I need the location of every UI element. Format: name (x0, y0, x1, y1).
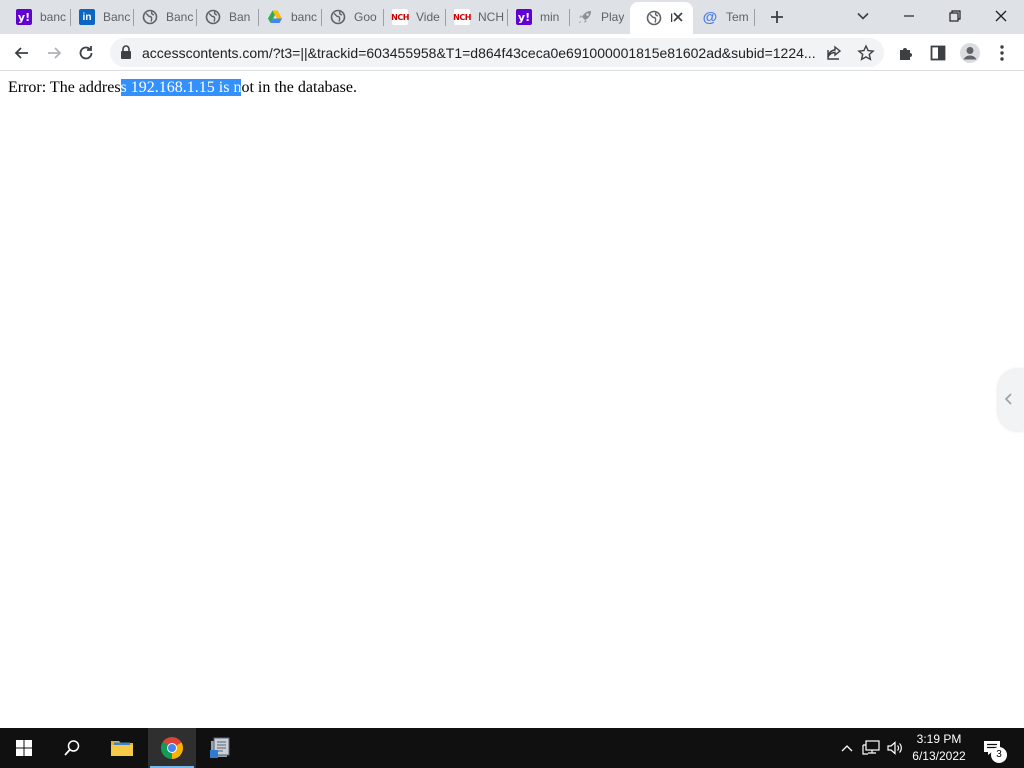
clock-time: 3:19 PM (916, 732, 962, 746)
network-button[interactable] (861, 728, 881, 768)
restore-button[interactable] (942, 5, 968, 27)
chevron-left-icon (1004, 393, 1012, 405)
volume-button[interactable] (885, 728, 905, 768)
chevron-up-icon (841, 745, 853, 752)
error-text-after: ot in the database. (241, 79, 357, 96)
tab-2[interactable]: in Banc (63, 3, 133, 31)
speaker-icon (887, 741, 902, 755)
tab-9[interactable]: y! min (500, 3, 570, 31)
reload-icon (79, 46, 93, 60)
chevron-down-icon (857, 12, 869, 20)
globe-icon (142, 9, 158, 25)
search-button[interactable] (48, 728, 96, 768)
folder-icon (111, 741, 133, 756)
menu-button[interactable] (989, 40, 1015, 66)
system-clock[interactable]: 3:19 PM 6/13/2022 (904, 731, 974, 765)
app-taskbar-button[interactable] (196, 728, 244, 768)
browser-toolbar: accesscontents.com/?t3=||&trackid=603455… (0, 34, 1024, 71)
clock-date: 6/13/2022 (912, 749, 966, 763)
side-panel-icon (930, 45, 946, 61)
avatar-icon (960, 43, 980, 63)
new-tab-button[interactable] (766, 7, 788, 27)
tab-7[interactable]: NCH Vide (376, 3, 446, 31)
tab-title: Ban (229, 10, 251, 24)
close-icon (995, 10, 1007, 22)
minimize-icon (904, 15, 914, 17)
address-bar[interactable]: accesscontents.com/?t3=||&trackid=603455… (110, 38, 884, 67)
chrome-icon (161, 737, 183, 759)
selected-text[interactable]: s 192.168.1.15 is n (120, 79, 242, 96)
tab-11-active[interactable]: I (630, 2, 693, 34)
lock-icon[interactable] (120, 45, 132, 64)
tab-title: Vide (416, 10, 440, 24)
profile-button[interactable] (957, 40, 983, 66)
globe-icon (646, 10, 662, 26)
yahoo-icon: y! (516, 9, 532, 25)
reload-button[interactable] (73, 40, 99, 66)
extensions-button[interactable] (893, 40, 919, 66)
page-content: Error: The address 192.168.1.15 is not i… (0, 71, 1024, 728)
error-text-before: Error: The addres (8, 79, 121, 96)
yahoo-icon: y! (16, 9, 32, 25)
file-explorer-button[interactable] (98, 728, 146, 768)
back-button[interactable] (9, 40, 35, 66)
notification-count-badge: 3 (991, 747, 1007, 763)
linkedin-icon: in (79, 9, 95, 25)
minimize-button[interactable] (896, 5, 922, 27)
search-icon (64, 740, 80, 756)
tab-search-button[interactable] (850, 5, 876, 27)
error-message: Error: The address 192.168.1.15 is not i… (8, 79, 357, 97)
forward-button[interactable] (41, 40, 67, 66)
close-tab-icon[interactable] (671, 10, 685, 24)
close-window-button[interactable] (988, 5, 1014, 27)
share-icon[interactable] (824, 43, 844, 63)
tab-8[interactable]: NCH NCH (438, 3, 508, 31)
arrow-left-icon (14, 47, 28, 59)
windows-taskbar: 3:19 PM 6/13/2022 (0, 728, 1024, 768)
google-drive-icon (267, 9, 283, 25)
tab-6[interactable]: Goo (314, 3, 384, 31)
globe-icon (330, 9, 346, 25)
side-panel-button[interactable] (925, 40, 951, 66)
star-icon[interactable] (856, 43, 876, 63)
plus-icon (771, 11, 783, 23)
tab-title: Tem (726, 10, 749, 24)
puzzle-icon (900, 48, 912, 60)
tab-1[interactable]: y! banc (0, 3, 70, 31)
rocket-icon (577, 9, 593, 25)
nch-icon: NCH (391, 9, 409, 25)
globe-icon (205, 9, 221, 25)
start-button[interactable] (0, 728, 48, 768)
tab-title: Goo (354, 10, 377, 24)
tab-5[interactable]: banc (251, 3, 321, 31)
nch-icon: NCH (453, 9, 471, 25)
kebab-menu-icon (1000, 45, 1004, 61)
tab-title: min (540, 10, 560, 24)
at-sign-icon: @ (702, 8, 718, 26)
tab-4[interactable]: Ban (189, 3, 259, 31)
side-panel-handle[interactable] (998, 369, 1024, 431)
tab-12[interactable]: @ Tem (686, 3, 756, 31)
windows-logo-icon (16, 740, 32, 756)
tab-3[interactable]: Banc (126, 3, 196, 31)
show-hidden-icons-button[interactable] (838, 728, 856, 768)
tab-10[interactable]: Play (561, 3, 631, 31)
chrome-taskbar-button[interactable] (148, 728, 196, 768)
restore-icon (949, 10, 961, 22)
tab-title: Play (601, 10, 625, 24)
network-icon (862, 740, 880, 755)
url-text[interactable]: accesscontents.com/?t3=||&trackid=603455… (142, 45, 822, 61)
arrow-right-icon (48, 47, 62, 59)
application-icon (210, 737, 230, 758)
tab-strip: y! banc in Banc Banc Ban banc Goo NCH Vi… (0, 0, 1024, 34)
